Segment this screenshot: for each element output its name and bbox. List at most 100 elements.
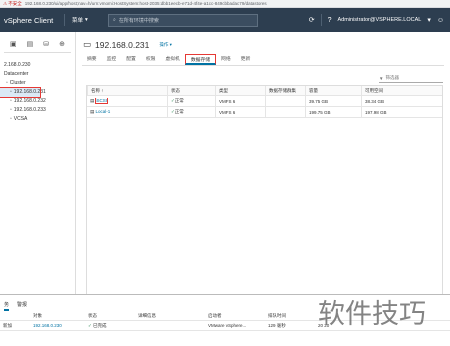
task-column-header[interactable]: 状态: [85, 313, 135, 319]
task-object-cell[interactable]: 192.168.0.230: [30, 323, 85, 328]
tab-7[interactable]: 更新: [236, 54, 256, 65]
status-cell: ✓ 正常: [167, 107, 215, 117]
menu-dropdown[interactable]: 菜单 ▾: [72, 16, 104, 24]
status-text: 正常: [174, 98, 184, 103]
app-header: vSphere Client 菜单 ▾ ⌕ 在所有环境中搜索 ⟳ ? Admin…: [0, 8, 450, 32]
object-header: ▭ 192.168.0.231 操作 ▾: [83, 39, 172, 50]
host-icon: ▫: [6, 80, 8, 86]
type-cell: VMFS 6: [215, 96, 265, 106]
column-header[interactable]: 状态: [167, 86, 215, 95]
global-search-input[interactable]: ⌕ 在所有环境中搜索: [108, 13, 258, 27]
host-icon: ▭: [83, 39, 92, 49]
tab-3[interactable]: 权限: [141, 54, 161, 65]
tree-node-label: 2.168.0.230: [4, 62, 31, 68]
storage-icon[interactable]: ⛁: [43, 40, 49, 48]
tree-node[interactable]: ▫ 192.168.0.233: [0, 106, 75, 115]
tree-node[interactable]: 2.168.0.230: [0, 61, 75, 70]
bottom-tab[interactable]: 务: [4, 301, 10, 311]
grid-body: ▤ iSCSI ✓ 正常 VMFS 6 39.75 GB 38.34 GB ▤ Local…: [87, 96, 442, 118]
task-queued-text: 129 毫秒: [268, 322, 286, 328]
table-row[interactable]: ▤ Local-1 ✓ 正常 VMFS 6 199.75 GB 197.98 GB: [87, 107, 442, 118]
tabs-underline: [82, 65, 444, 66]
column-header[interactable]: 名称 ↑: [87, 86, 167, 95]
tab-0[interactable]: 摘要: [82, 54, 102, 65]
host-icon: ▫: [10, 98, 12, 104]
refresh-icon[interactable]: ⟳: [309, 16, 315, 24]
object-tabs: 摘要 监控 配置 权限 虚拟机 数据存储 网络 更新: [82, 54, 255, 65]
task-task-cell: 新加: [0, 323, 30, 329]
filter-placeholder: 筛选器: [385, 75, 399, 80]
menu-label: 菜单: [72, 18, 84, 24]
datastore-grid: 名称 ↑ 状态 类型 数据存储群集 容量 可用空间 ▤ iSCSI ✓ 正常 VMFS 6 39…: [86, 85, 443, 295]
task-column-header[interactable]: 启动者: [205, 313, 265, 319]
app-title: vSphere Client: [4, 15, 54, 25]
capacity-cell: 39.75 GB: [305, 96, 361, 106]
cluster-cell: [265, 107, 305, 117]
task-column-header[interactable]: 排队时间: [265, 313, 315, 319]
tab-1[interactable]: 监控: [102, 54, 122, 65]
actions-dropdown[interactable]: 操作 ▾: [159, 42, 172, 48]
column-header[interactable]: 类型: [215, 86, 265, 95]
tab-4[interactable]: 虚拟机: [160, 54, 184, 65]
tab-5[interactable]: 数据存储: [184, 54, 217, 65]
cluster-cell: [265, 96, 305, 106]
datastore-name-cell[interactable]: ▤ Local-1: [87, 109, 167, 115]
user-chevron-icon: ▾: [427, 17, 431, 24]
tree-node-label: Cluster: [9, 80, 26, 86]
filter-icon: ▼: [379, 75, 384, 81]
search-placeholder: 在所有环境中搜索: [118, 17, 159, 24]
user-menu[interactable]: Administrator@VSPHERE.LOCAL: [337, 17, 421, 23]
vm-icon: ▫: [10, 116, 12, 122]
task-status-text: 已完成: [93, 322, 107, 328]
free-cell: 197.98 GB: [361, 107, 403, 117]
tab-2[interactable]: 配置: [121, 54, 141, 65]
help-icon[interactable]: ?: [328, 17, 332, 24]
tree-node[interactable]: ▫ VCSA: [0, 115, 75, 124]
main-panel: ▭ 192.168.0.231 操作 ▾ 摘要 监控 配置 权限 虚拟机 数据存储 网络 更新…: [76, 32, 450, 295]
task-column-header[interactable]: 详细信息: [135, 313, 205, 319]
bottom-tab[interactable]: 警报: [17, 301, 27, 311]
column-header[interactable]: 数据存储群集: [265, 86, 305, 95]
tree-node[interactable]: Datacenter: [0, 70, 75, 79]
hosts-clusters-icon[interactable]: ▣: [10, 40, 17, 48]
host-icon: ▫: [10, 89, 12, 95]
tree-node-label: Datacenter: [4, 71, 29, 77]
datastore-link[interactable]: Local-1: [96, 109, 111, 114]
not-secure-warning[interactable]: ⚠ 不安全: [3, 1, 22, 7]
tree-node[interactable]: ▫ Cluster: [0, 79, 75, 88]
filter-input[interactable]: ▼ 筛选器: [379, 74, 443, 83]
task-column-header[interactable]: 对象: [30, 313, 85, 319]
vms-templates-icon[interactable]: ▤: [27, 40, 34, 48]
task-queued-cell: 129 毫秒: [265, 323, 315, 329]
type-cell: VMFS 6: [215, 107, 265, 117]
inventory-tree: 2.168.0.230 Datacenter ▫ Cluster ▫ 192.168.0.…: [0, 53, 75, 124]
free-cell: 38.34 GB: [361, 96, 403, 106]
watermark-text: 软件技巧: [318, 299, 426, 330]
tree-node-label: 192.168.0.233: [13, 107, 46, 113]
navigator-view-icons: ▣ ▤ ⛁ ⊕: [0, 32, 75, 48]
browser-address-bar[interactable]: ⚠ 不安全 192.168.0.230/ui/app/host;nav=h/ur…: [0, 0, 450, 8]
column-header[interactable]: 容量: [305, 86, 361, 95]
header-divider: [64, 14, 65, 26]
status-cell: ✓ 正常: [167, 96, 215, 106]
networking-icon[interactable]: ⊕: [59, 40, 65, 48]
status-text: 正常: [174, 109, 184, 114]
tab-6[interactable]: 网络: [216, 54, 236, 65]
tree-node[interactable]: ▫ 192.168.0.231: [0, 87, 46, 98]
address-url[interactable]: 192.168.0.230/ui/app/host;nav=h/urn:vmom…: [25, 1, 267, 6]
table-row[interactable]: ▤ iSCSI ✓ 正常 VMFS 6 39.75 GB 38.34 GB: [87, 96, 442, 107]
column-header[interactable]: 可用空间: [361, 86, 403, 95]
smiley-icon[interactable]: ☺: [437, 17, 444, 24]
task-initiator-cell: VMware vSphere...: [205, 323, 265, 328]
datastore-link[interactable]: iSCSI: [94, 98, 108, 104]
tree-node-label: VCSA: [13, 116, 28, 122]
datastore-icon: ▤: [90, 98, 96, 103]
task-object-text: 192.168.0.230: [33, 323, 62, 328]
grid-header: 名称 ↑ 状态 类型 数据存储群集 容量 可用空间: [87, 86, 442, 96]
search-icon: ⌕: [113, 17, 116, 23]
chevron-down-icon: ▾: [85, 17, 88, 23]
datastore-name-cell[interactable]: ▤ iSCSI: [87, 98, 167, 104]
tree-node[interactable]: ▫ 192.168.0.232: [0, 97, 75, 106]
inventory-navigator: ▣ ▤ ⛁ ⊕ 2.168.0.230 Datacenter ▫ Cluster ▫ 19…: [0, 32, 76, 294]
tree-node-label: 192.168.0.231: [13, 89, 46, 95]
